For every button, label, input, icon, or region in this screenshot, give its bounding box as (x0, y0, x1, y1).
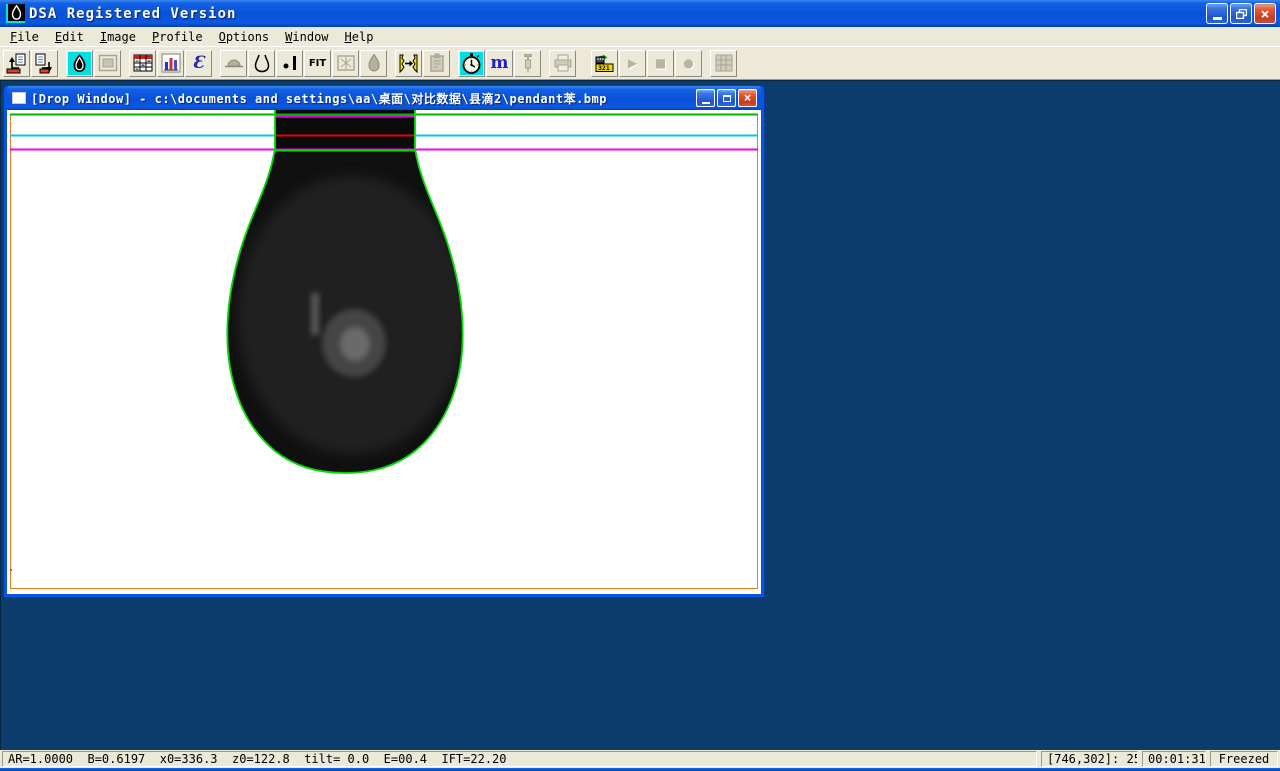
close-icon: × (1260, 5, 1269, 23)
video-counter-button[interactable]: 321 (591, 50, 618, 77)
drop-window-title: [Drop Window] - c:\documents and setting… (31, 90, 696, 107)
syringe-button (514, 50, 541, 77)
menu-file[interactable]: File (2, 28, 47, 46)
menubar: File Edit Image Profile Options Window H… (0, 27, 1280, 47)
menu-help[interactable]: Help (337, 28, 382, 46)
menu-edit[interactable]: Edit (47, 28, 92, 46)
pendant-drop-image (7, 110, 761, 594)
maximize-icon (723, 95, 731, 102)
clipboard-button (423, 50, 450, 77)
pixel-info-panel: [746,302]: 255 (1041, 751, 1138, 767)
play-icon: ▶ (628, 56, 637, 70)
timer-button[interactable] (458, 50, 485, 77)
app-title: DSA Registered Version (29, 6, 1206, 22)
bar-chart-icon (161, 53, 181, 73)
video-counter-icon: 321 (594, 53, 615, 74)
child-maximize-button[interactable] (717, 89, 736, 107)
results-table-button[interactable] (129, 50, 156, 77)
frame-grid-icon (714, 53, 734, 73)
drop-snapshot-icon (68, 52, 91, 75)
record-button: ● (675, 50, 702, 77)
document-icon (12, 92, 26, 104)
fit-button[interactable]: FIT (304, 50, 331, 77)
menu-image[interactable]: Image (92, 28, 144, 46)
record-icon: ● (683, 56, 693, 70)
fit-label: FIT (309, 58, 326, 69)
play-button: ▶ (619, 50, 646, 77)
toolbar: Ɛ FIT (0, 47, 1280, 80)
results-table-icon (133, 53, 153, 73)
child-minimize-button[interactable] (696, 89, 715, 107)
statusbar: AR=1.0000 B=0.6197 x0=336.3 z0=122.8 til… (0, 750, 1280, 768)
menu-profile[interactable]: Profile (144, 28, 211, 46)
syringe-icon (518, 53, 538, 73)
frame-grid-button (710, 50, 737, 77)
drop-shape-icon (364, 53, 384, 73)
time-panel: 00:01:31 (1142, 751, 1206, 767)
magnification-icon: m (491, 55, 509, 72)
contact-angle-button[interactable] (276, 50, 303, 77)
fit-results-panel: AR=1.0000 B=0.6197 x0=336.3 z0=122.8 til… (2, 751, 1037, 767)
image-frame-icon (98, 53, 118, 73)
menu-window[interactable]: Window (277, 28, 336, 46)
epsilon-icon: Ɛ (192, 53, 204, 73)
clipboard-icon (427, 53, 447, 73)
state-panel: Freezed (1210, 751, 1278, 767)
minimize-button[interactable] (1206, 3, 1228, 24)
mdi-workspace: [Drop Window] - c:\documents and setting… (0, 80, 1280, 750)
dsa-application-window: DSA Registered Version × File Edit Image… (0, 0, 1280, 771)
child-close-button[interactable]: × (738, 89, 757, 107)
contact-angle-icon (280, 53, 300, 73)
drop-profile-icon (252, 53, 272, 73)
bar-chart-button[interactable] (157, 50, 184, 77)
zoom-frame-icon (336, 53, 356, 73)
export-image-icon (34, 53, 55, 74)
close-button[interactable]: × (1254, 3, 1276, 24)
sessile-drop-button (220, 50, 247, 77)
print-icon (553, 53, 573, 73)
drop-window-titlebar[interactable]: [Drop Window] - c:\documents and setting… (7, 86, 761, 110)
import-image-icon (6, 53, 27, 74)
profile-extract-button[interactable] (395, 50, 422, 77)
minimize-icon (702, 102, 710, 104)
main-titlebar[interactable]: DSA Registered Version × (0, 0, 1280, 27)
profile-extract-icon (398, 53, 419, 74)
close-icon: × (744, 91, 752, 106)
stop-icon: ■ (655, 56, 666, 70)
drop-snapshot-button[interactable] (66, 50, 93, 77)
drop-shape-button (360, 50, 387, 77)
drop-image-canvas[interactable] (7, 110, 761, 594)
image-frame-button (94, 50, 121, 77)
restore-button[interactable] (1230, 3, 1252, 24)
app-drop-logo-icon (6, 4, 25, 23)
print-button (549, 50, 576, 77)
minimize-icon (1213, 17, 1222, 20)
timer-icon (460, 52, 483, 75)
export-image-button[interactable] (31, 50, 58, 77)
magnification-button[interactable]: m (486, 50, 513, 77)
epsilon-button[interactable]: Ɛ (185, 50, 212, 77)
stop-button: ■ (647, 50, 674, 77)
restore-icon (1236, 9, 1247, 19)
menu-options[interactable]: Options (211, 28, 278, 46)
drop-profile-button[interactable] (248, 50, 275, 77)
sessile-drop-icon (224, 53, 244, 73)
zoom-frame-button (332, 50, 359, 77)
import-image-button[interactable] (3, 50, 30, 77)
svg-text:321: 321 (598, 64, 610, 72)
drop-window[interactable]: [Drop Window] - c:\documents and setting… (4, 86, 764, 597)
